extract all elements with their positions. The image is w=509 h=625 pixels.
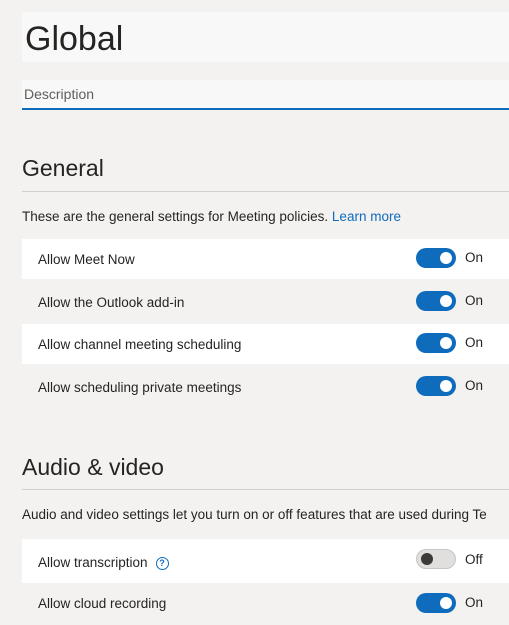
general-heading: General (22, 155, 104, 181)
toggle-state-text: On (465, 335, 484, 350)
setting-row-channel-meeting-scheduling: Allow channel meeting scheduling On (22, 324, 509, 364)
toggle-knob (440, 380, 452, 392)
toggle-state-text: Off (465, 552, 483, 567)
left-edge (0, 0, 8, 625)
cloud-recording-toggle[interactable] (416, 593, 456, 613)
setting-row-outlook-add-in: Allow the Outlook add-in On (22, 282, 509, 322)
setting-row-private-meetings: Allow scheduling private meetings On (22, 367, 509, 407)
question-circle-icon[interactable]: ? (155, 557, 169, 570)
toggle-state-text: On (465, 378, 484, 393)
learn-more-link[interactable]: Learn more (332, 209, 401, 224)
general-description: These are the general settings for Meeti… (22, 209, 401, 224)
general-description-text: These are the general settings for Meeti… (22, 209, 332, 224)
policy-title: Global (25, 20, 124, 58)
toggle-state-text: On (465, 595, 484, 610)
meet-now-toggle[interactable] (416, 248, 456, 268)
audio-video-description: Audio and video settings let you turn on… (22, 507, 487, 522)
outlook-add-in-toggle[interactable] (416, 291, 456, 311)
toggle-knob (421, 553, 433, 565)
setting-row-cloud-recording: Allow cloud recording On (22, 583, 509, 625)
setting-label: Allow channel meeting scheduling (38, 337, 242, 352)
setting-row-meet-now: Allow Meet Now On (22, 239, 509, 279)
general-divider (22, 191, 509, 192)
setting-label: Allow the Outlook add-in (38, 295, 185, 310)
toggle-knob (440, 337, 452, 349)
toggle-knob (440, 252, 452, 264)
private-meetings-toggle[interactable] (416, 376, 456, 396)
setting-label: Allow transcription (38, 555, 148, 570)
toggle-state-text: On (465, 293, 484, 308)
toggle-knob (440, 295, 452, 307)
transcription-label-wrap: Allow transcription? (38, 555, 169, 570)
setting-label: Allow Meet Now (38, 252, 135, 267)
meeting-policy-page: Global General These are the general set… (0, 0, 509, 625)
audio-video-divider (22, 489, 509, 490)
transcription-toggle[interactable] (416, 549, 456, 569)
setting-label: Allow scheduling private meetings (38, 380, 242, 395)
setting-row-transcription: Allow transcription? Off (22, 539, 509, 583)
toggle-state-text: On (465, 250, 484, 265)
description-input[interactable] (22, 80, 509, 110)
policy-title-field[interactable]: Global (22, 12, 509, 62)
setting-label: Allow cloud recording (38, 596, 167, 611)
audio-video-heading: Audio & video (22, 454, 164, 480)
toggle-knob (440, 597, 452, 609)
channel-meeting-scheduling-toggle[interactable] (416, 333, 456, 353)
